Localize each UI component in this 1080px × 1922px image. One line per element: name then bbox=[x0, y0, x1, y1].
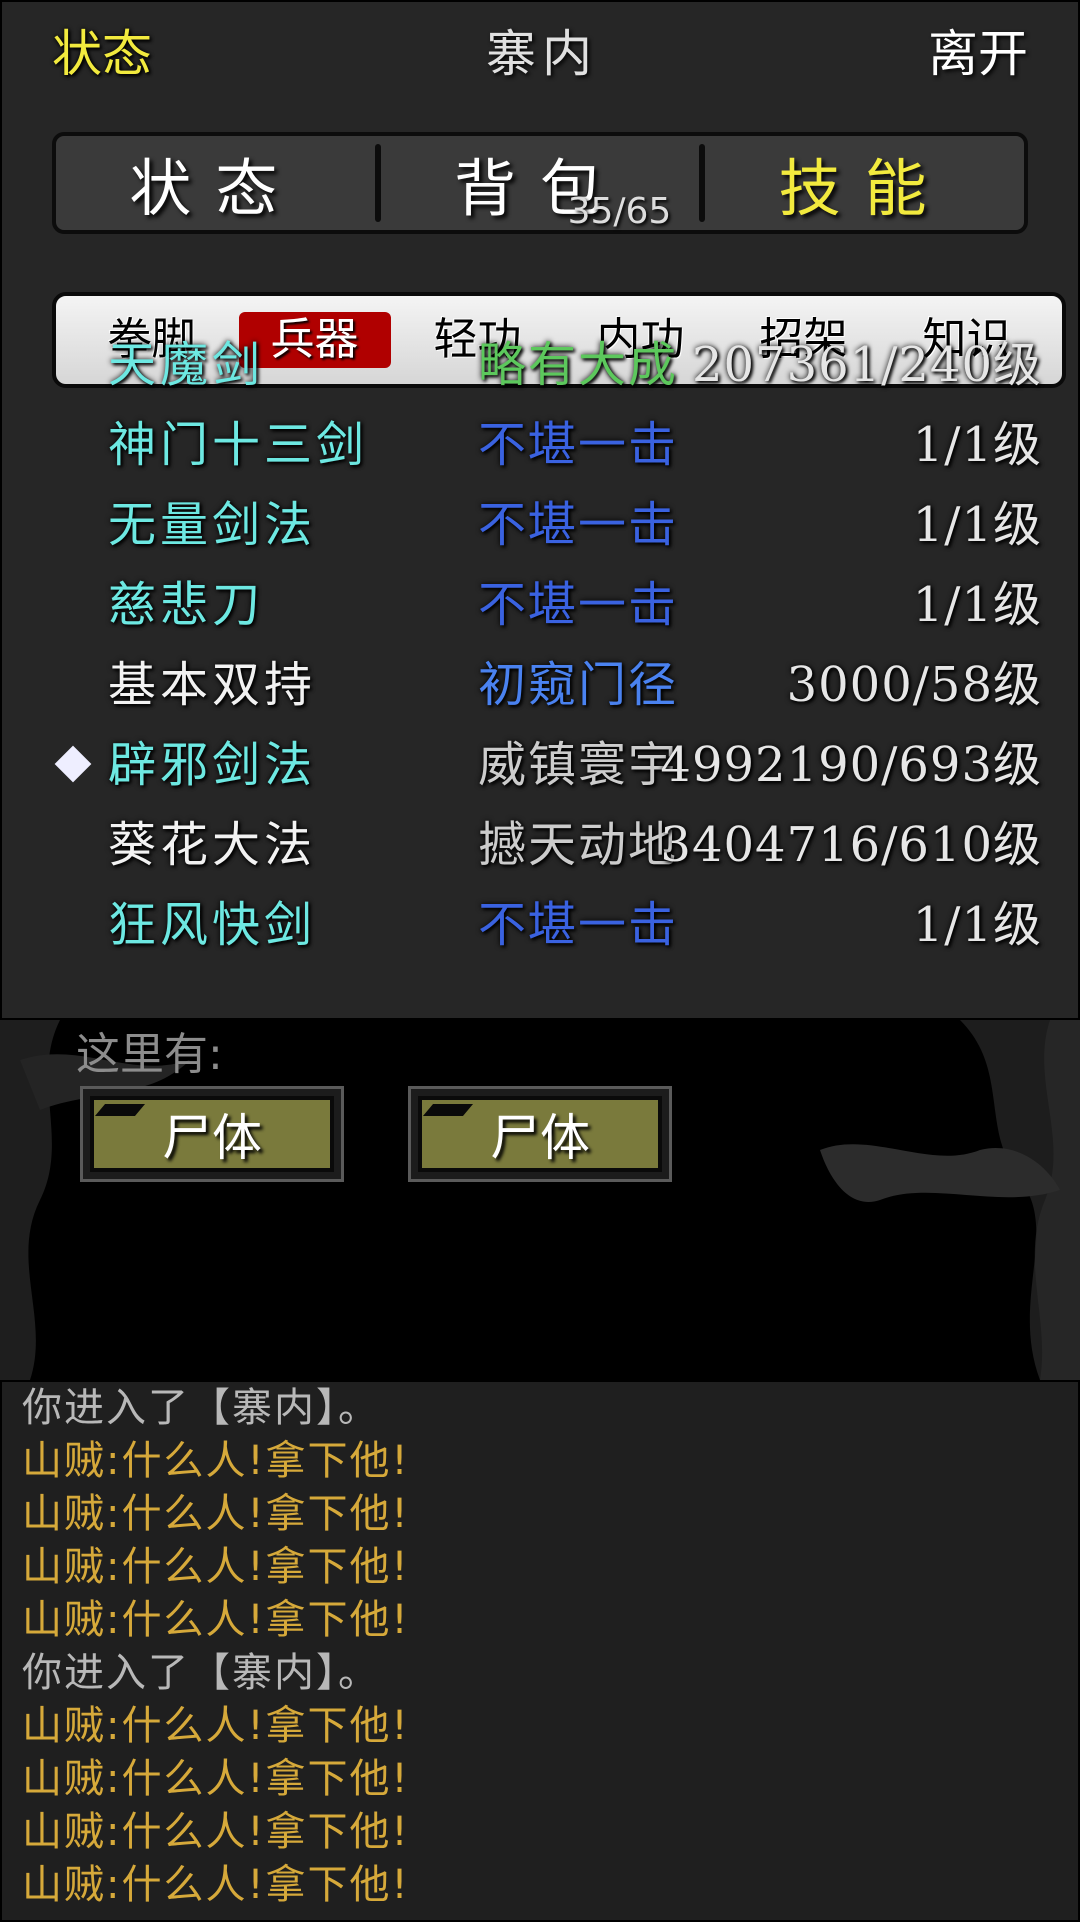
skill-rank: 不堪一击 bbox=[478, 417, 679, 473]
log-message: 山贼:什么人!拿下他! bbox=[22, 1491, 410, 1537]
leave-button[interactable]: 离开 bbox=[928, 20, 1028, 88]
log-message: 山贼:什么人!拿下他! bbox=[22, 1438, 410, 1484]
corpse-object-button[interactable]: 尸体 bbox=[80, 1086, 344, 1182]
main-tab-label: 技能 bbox=[778, 152, 951, 225]
log-message: 山贼:什么人!拿下他! bbox=[22, 1703, 410, 1749]
page-title: 寨内 bbox=[486, 25, 598, 83]
skill-name: 狂风快剑 bbox=[108, 897, 317, 953]
room-area: 这里有: 尸体 尸体 bbox=[0, 1020, 1080, 1380]
skill-row[interactable]: 葵花大法 撼天动地 3404716/610级 bbox=[2, 805, 1078, 885]
skill-rank: 不堪一击 bbox=[478, 897, 679, 953]
main-tab-label: 状态 bbox=[129, 152, 302, 225]
log-message: 山贼:什么人!拿下他! bbox=[22, 1544, 410, 1590]
skill-name: 基本双持 bbox=[108, 657, 317, 713]
skill-progress: 1/1级 bbox=[912, 497, 1042, 553]
skill-rank: 不堪一击 bbox=[478, 577, 679, 633]
skill-panel: 寨内 状态 离开 状态 背包 35/65 技能 拳脚 兵器 轻功 内功 招架 知识 天魔剑 略有大… bbox=[0, 0, 1080, 1020]
skill-rank: 撼天动地 bbox=[478, 817, 679, 873]
skill-row[interactable]: 无量剑法 不堪一击 1/1级 bbox=[2, 485, 1078, 565]
skill-name: 慈悲刀 bbox=[108, 577, 265, 633]
skill-rank: 威镇寰宇 bbox=[478, 737, 679, 793]
main-tab-bar: 状态 背包 35/65 技能 bbox=[52, 132, 1028, 234]
log-message: 山贼:什么人!拿下他! bbox=[22, 1597, 410, 1643]
skill-progress: 1/1级 bbox=[912, 577, 1042, 633]
main-tab[interactable]: 技能 bbox=[705, 136, 1024, 230]
log-message: 山贼:什么人!拿下他! bbox=[22, 1809, 410, 1855]
skill-rank: 略有大成 bbox=[478, 337, 679, 393]
skill-rank: 不堪一击 bbox=[478, 497, 679, 553]
skill-progress: 3000/58级 bbox=[786, 657, 1042, 713]
equipped-diamond-icon bbox=[54, 745, 92, 783]
skill-row[interactable]: 基本双持 初窥门径 3000/58级 bbox=[2, 645, 1078, 725]
skill-row[interactable]: 神门十三剑 不堪一击 1/1级 bbox=[2, 405, 1078, 485]
object-label: 尸体 bbox=[418, 1096, 662, 1172]
skill-progress: 1/1级 bbox=[912, 417, 1042, 473]
log-message: 山贼:什么人!拿下他! bbox=[22, 1756, 410, 1802]
skill-row[interactable]: 慈悲刀 不堪一击 1/1级 bbox=[2, 565, 1078, 645]
skill-name: 天魔剑 bbox=[108, 337, 265, 393]
log-message: 你进入了【寨内】。 bbox=[22, 1650, 380, 1696]
status-link[interactable]: 状态 bbox=[52, 20, 152, 88]
skill-name: 葵花大法 bbox=[108, 817, 317, 873]
skill-row[interactable]: 狂风快剑 不堪一击 1/1级 bbox=[2, 885, 1078, 965]
skill-rank: 初窥门径 bbox=[478, 657, 679, 713]
skill-name: 神门十三剑 bbox=[108, 417, 369, 473]
skill-name: 辟邪剑法 bbox=[108, 737, 317, 793]
skill-row[interactable]: 辟邪剑法 威镇寰宇 4992190/693级 bbox=[2, 725, 1078, 805]
inventory-count-badge: 35/65 bbox=[567, 191, 672, 232]
room-contents-label: 这里有: bbox=[76, 1029, 223, 1080]
skill-row[interactable]: 天魔剑 略有大成 207361/240级 bbox=[2, 325, 1078, 405]
log-message: 山贼:什么人!拿下他! bbox=[22, 1862, 410, 1908]
message-log[interactable]: 你进入了【寨内】。 山贼:什么人!拿下他! 山贼:什么人!拿下他! 山贼:什么人!拿下… bbox=[0, 1380, 1080, 1922]
skill-progress: 1/1级 bbox=[912, 897, 1042, 953]
log-message: 你进入了【寨内】。 bbox=[22, 1385, 380, 1431]
skill-progress: 4992190/693级 bbox=[660, 737, 1042, 793]
main-tab[interactable]: 背包 35/65 bbox=[381, 136, 700, 232]
skill-name: 无量剑法 bbox=[108, 497, 317, 553]
corpse-object-button[interactable]: 尸体 bbox=[408, 1086, 672, 1182]
main-tab[interactable]: 状态 bbox=[56, 136, 375, 230]
object-label: 尸体 bbox=[90, 1096, 334, 1172]
skill-progress: 3404716/610级 bbox=[660, 817, 1042, 873]
skill-progress: 207361/240级 bbox=[691, 337, 1042, 393]
